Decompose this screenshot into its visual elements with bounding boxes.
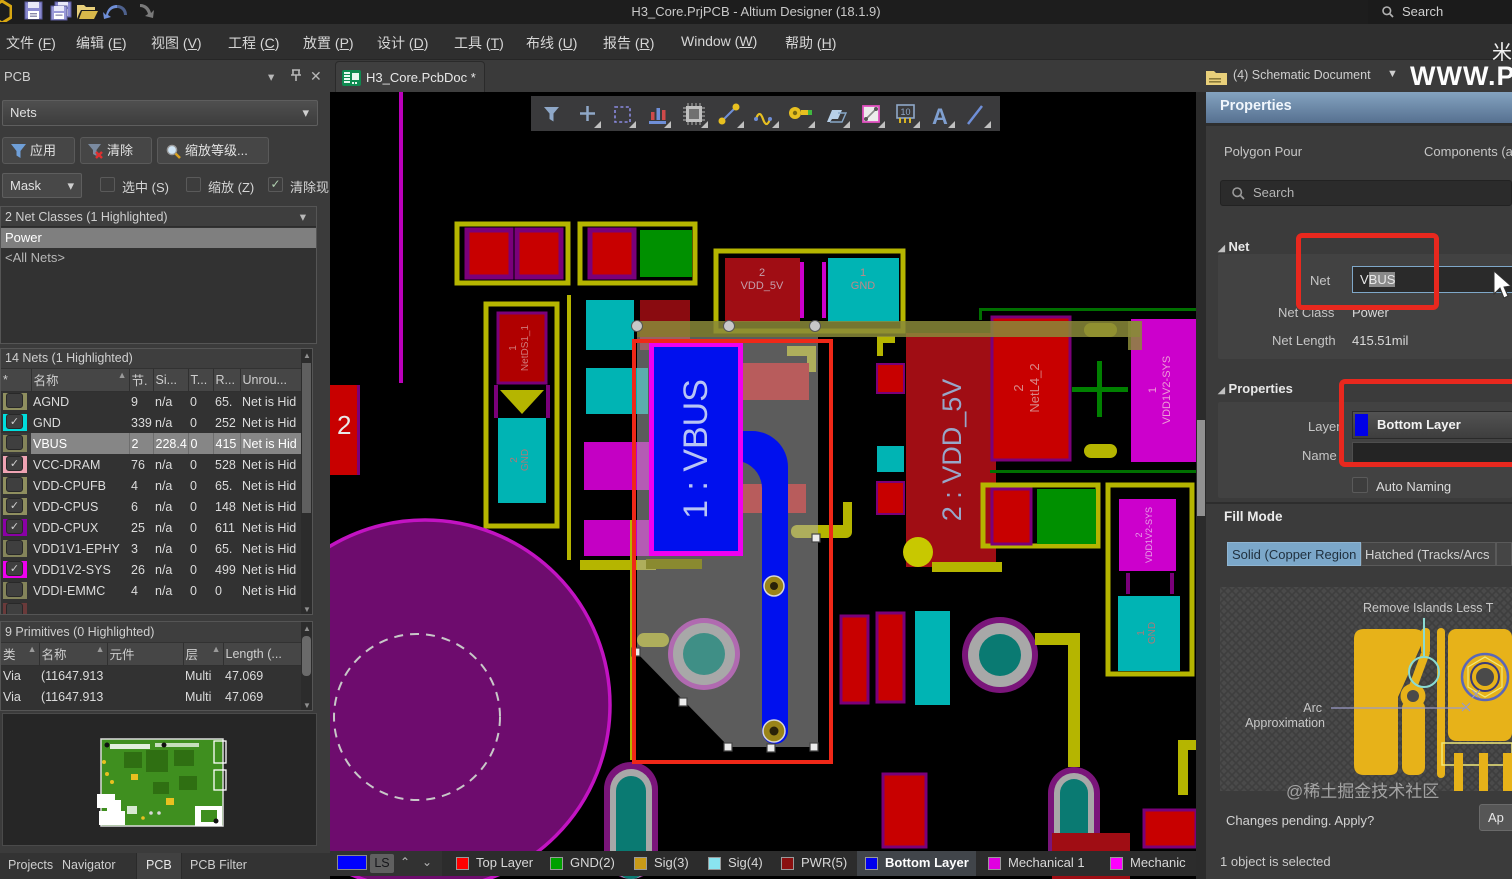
svg-text:VDD1V2-SYS: VDD1V2-SYS bbox=[1144, 507, 1154, 563]
svg-text:GND: GND bbox=[520, 449, 531, 471]
svg-text:10: 10 bbox=[900, 107, 910, 117]
svg-text:VDD_5V: VDD_5V bbox=[741, 280, 784, 292]
svg-text:2: 2 bbox=[509, 457, 520, 463]
svg-text:1 : VBUS: 1 : VBUS bbox=[677, 379, 715, 519]
svg-text:GND: GND bbox=[851, 280, 876, 292]
svg-text:1: 1 bbox=[860, 267, 866, 279]
svg-text:2: 2 bbox=[1011, 384, 1026, 391]
svg-text:2: 2 bbox=[337, 410, 351, 440]
svg-text:1: 1 bbox=[1136, 630, 1147, 636]
svg-text:1: 1 bbox=[1147, 387, 1159, 393]
svg-text:GND: GND bbox=[1147, 622, 1158, 644]
svg-text:NetDS1_1: NetDS1_1 bbox=[520, 324, 531, 371]
svg-text:VDD1V2-SYS: VDD1V2-SYS bbox=[1161, 356, 1173, 424]
svg-text:1: 1 bbox=[508, 345, 519, 351]
svg-text:2 : VDD_5V: 2 : VDD_5V bbox=[937, 379, 967, 522]
svg-text:A: A bbox=[932, 104, 948, 129]
svg-text:Arc: Arc bbox=[1303, 701, 1322, 715]
svg-text:NetL4_2: NetL4_2 bbox=[1027, 363, 1042, 412]
svg-text:2: 2 bbox=[1134, 532, 1144, 537]
svg-text:Approximation: Approximation bbox=[1245, 716, 1325, 730]
svg-text:Remove Islands Less T: Remove Islands Less T bbox=[1363, 601, 1494, 615]
svg-text:2: 2 bbox=[759, 267, 765, 279]
